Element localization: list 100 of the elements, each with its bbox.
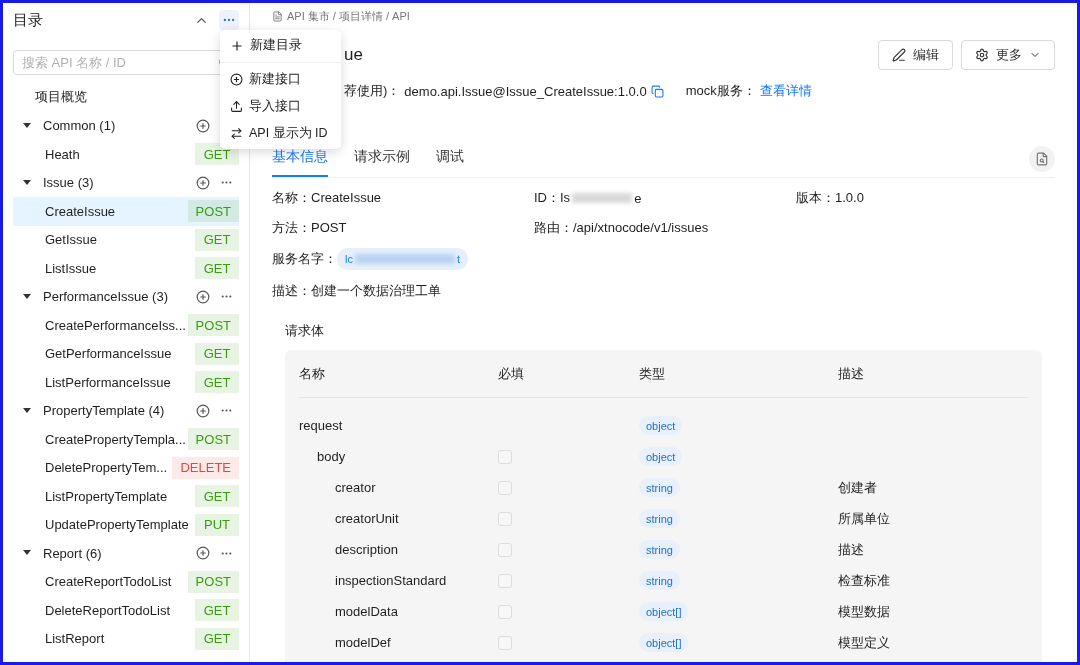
info-field: 名称：CreateIssue [272,190,534,206]
type-tag: object[] [639,633,689,652]
api-item[interactable]: GetPerformanceIssue GET [13,339,239,368]
field-description: 描述 [838,541,864,557]
plus-icon [230,38,244,53]
add-circle-icon[interactable] [196,403,210,418]
required-checkbox[interactable] [498,511,512,526]
column-header: 必填 [498,364,525,383]
document-search-button[interactable] [1029,146,1055,172]
required-checkbox[interactable] [498,480,512,495]
required-checkbox[interactable] [498,604,512,619]
breadcrumb: API 集市 / 项目详情 / API [287,8,410,24]
type-tag: string [639,571,680,590]
edit-button[interactable]: 编辑 [878,40,953,70]
tab[interactable]: 调试 [436,148,464,177]
method-tag: GET [195,228,239,251]
method-tag: POST [187,570,239,593]
method-tag: GET [195,371,239,394]
folder-item[interactable]: PerformanceIssue (3) [43,289,196,305]
api-item[interactable]: CreateIssue POST [13,197,239,226]
api-item[interactable]: ListIssue GET [13,254,239,283]
section-title: 请求体 [285,322,325,340]
field-name: description [334,542,399,557]
upload-icon [230,100,243,113]
method-tag: PUT [195,513,239,536]
field-name: creator [334,480,377,495]
field-description: 模型定义 [838,634,890,650]
copy-icon[interactable] [650,84,664,98]
field-name: body [316,449,347,464]
api-item[interactable]: UpdatePropertyTemplate PUT [13,510,239,539]
swap-icon [230,127,243,140]
api-item[interactable]: DeletePropertyTem... DELETE [13,453,239,482]
pencil-icon [892,48,906,62]
add-circle-icon [230,73,243,86]
settings-icon [975,48,989,62]
more-button[interactable]: 更多 [961,40,1055,70]
api-item[interactable]: GetIssue GET [13,225,239,254]
menu-item[interactable]: 新建目录 [220,32,341,59]
field-name: request [299,418,344,433]
required-checkbox[interactable] [498,542,512,557]
method-tag: GET [195,342,239,365]
service-label: 服务名字： [272,250,337,268]
type-tag: object [639,416,683,435]
field-name: modelDef [334,635,392,650]
page-title: ue [344,45,363,65]
column-header: 名称 [299,364,326,383]
document-icon [272,10,283,22]
required-checkbox[interactable] [498,635,512,650]
folder-item[interactable]: PropertyTemplate (4) [43,403,196,419]
field-name: modelData [334,604,399,619]
folder-item[interactable]: Issue (3) [43,175,196,191]
type-tag: string [639,478,680,497]
type-tag: string [639,540,680,559]
folder-item[interactable]: Common (1) [43,118,196,134]
field-description: 所属单位 [838,510,890,526]
service-tag: lc t [337,248,468,270]
required-checkbox[interactable] [498,573,512,588]
add-circle-icon[interactable] [196,175,210,190]
more-button[interactable] [219,10,239,30]
field-description: 创建者 [838,479,877,495]
info-field: 方法：POST [272,220,534,236]
menu-item[interactable]: 新建接口 [220,66,341,93]
field-name: inspectionStandard [334,573,448,588]
method-tag: GET [195,485,239,508]
type-tag: object [639,447,683,466]
document-search-icon [1035,152,1049,166]
add-circle-icon[interactable] [196,289,210,304]
tab[interactable]: 基本信息 [272,148,328,177]
api-item[interactable]: CreatePerformanceIss... POST [13,311,239,340]
identifier-label: 荐使用)： [344,82,401,100]
type-tag: object[] [639,602,689,621]
field-description: 检查标准 [838,572,890,588]
menu-item[interactable]: API 显示为 ID [220,120,341,147]
info-field: 路由：/api/xtnocode/v1/issues [534,220,796,236]
menu-item[interactable]: 导入接口 [220,93,341,120]
method-tag: GET [195,627,239,650]
required-checkbox[interactable] [498,449,512,464]
add-circle-icon[interactable] [196,118,210,133]
api-item[interactable]: CreatePropertyTempla... POST [13,425,239,454]
api-item[interactable]: DeleteReportTodoList GET [13,596,239,625]
method-tag: POST [187,200,239,223]
api-item[interactable]: ListPerformanceIssue GET [13,368,239,397]
sidebar-title: 目录 [13,10,44,30]
mock-label: mock服务： [685,82,756,100]
column-header: 描述 [838,364,865,383]
api-item[interactable]: ListPropertyTemplate GET [13,482,239,511]
description-field: 描述：创建一个数据治理工单 [272,282,1055,300]
method-tag: GET [195,257,239,280]
identifier-value: demo.api.Issue@Issue_CreateIssue:1.0.0 [404,83,647,99]
details-link[interactable]: 查看详情 [759,82,812,100]
tab[interactable]: 请求示例 [354,148,410,177]
method-tag: DELETE [172,456,239,479]
api-item[interactable]: CreateReportTodoList POST [13,567,239,596]
method-tag: GET [195,599,239,622]
info-field: 版本：1.0.0 [796,190,1055,206]
method-tag: POST [187,428,239,451]
add-circle-icon[interactable] [196,546,210,561]
column-header: 类型 [639,364,666,383]
api-item[interactable]: ListReport GET [13,624,239,653]
folder-item[interactable]: Report (6) [43,545,196,561]
